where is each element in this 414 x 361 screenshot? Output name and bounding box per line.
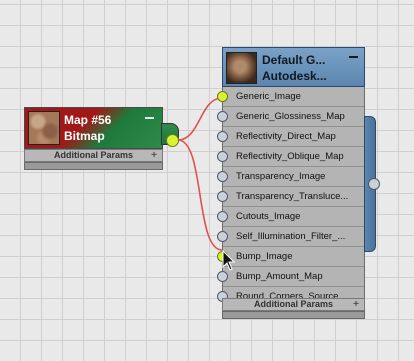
slot-label: Transparency_Transluce... [236, 191, 349, 202]
additional-params-bar[interactable]: Additional Params + [222, 298, 365, 311]
material-output-socket[interactable] [368, 178, 380, 190]
mouse-cursor-icon [222, 250, 236, 271]
slot-label: Transparency_Image [236, 171, 326, 182]
slot-bump-amount-map[interactable]: Bump_Amount_Map [217, 267, 364, 287]
material-node-generic[interactable]: Default G... Autodesk... Generic_Image G… [217, 47, 365, 323]
wire-to-bump-image [177, 139, 223, 251]
slot-label: Generic_Image [236, 91, 301, 102]
slot-bump-image[interactable]: Bump_Image [217, 247, 364, 267]
expand-plus-icon[interactable]: + [353, 299, 359, 310]
map-node-title: Map #56 [64, 113, 112, 127]
material-node-title: Default G... [262, 53, 326, 67]
expand-plus-icon[interactable]: + [151, 150, 157, 161]
slot-generic-glossiness-map[interactable]: Generic_Glossiness_Map [217, 107, 364, 127]
map-node-bitmap[interactable]: Map #56 Bitmap Additional Params + [24, 107, 179, 170]
wire-to-generic-image [177, 97, 223, 141]
node-footer [222, 311, 365, 319]
input-socket-icon[interactable] [217, 131, 228, 142]
slot-label: Bump_Image [236, 251, 293, 262]
minimize-icon[interactable] [145, 117, 154, 119]
input-socket-icon[interactable] [217, 91, 228, 102]
input-socket-icon[interactable] [217, 271, 228, 282]
slot-label: Self_Illumination_Filter_... [236, 231, 346, 242]
slot-generic-image[interactable]: Generic_Image [217, 87, 364, 107]
additional-params-label: Additional Params [53, 150, 134, 160]
input-socket-icon[interactable] [217, 111, 228, 122]
additional-params-label: Additional Params [253, 299, 334, 309]
material-thumbnail [226, 52, 257, 84]
map-thumbnail [28, 111, 60, 145]
slot-label: Reflectivity_Oblique_Map [236, 151, 344, 162]
minimize-icon[interactable] [349, 56, 358, 58]
material-node-type: Autodesk... [262, 69, 327, 83]
material-node-header[interactable]: Default G... Autodesk... [222, 47, 365, 87]
slot-transparency-image[interactable]: Transparency_Image [217, 167, 364, 187]
map-output-socket[interactable] [166, 134, 179, 147]
input-slot-list: Generic_Image Generic_Glossiness_Map Ref… [217, 87, 365, 307]
slot-reflectivity-direct-map[interactable]: Reflectivity_Direct_Map [217, 127, 364, 147]
additional-params-bar[interactable]: Additional Params + [24, 149, 163, 162]
slot-transparency-translucency[interactable]: Transparency_Transluce... [217, 187, 364, 207]
input-socket-icon[interactable] [217, 171, 228, 182]
node-footer [24, 162, 163, 170]
slot-self-illumination-filter[interactable]: Self_Illumination_Filter_... [217, 227, 364, 247]
slot-label: Reflectivity_Direct_Map [236, 131, 336, 142]
slot-cutouts-image[interactable]: Cutouts_Image [217, 207, 364, 227]
input-socket-icon[interactable] [217, 211, 228, 222]
slot-label: Generic_Glossiness_Map [236, 111, 345, 122]
map-node-type: Bitmap [64, 129, 105, 143]
map-node-header[interactable]: Map #56 Bitmap [24, 107, 163, 149]
slot-label: Cutouts_Image [236, 211, 301, 222]
slot-reflectivity-oblique-map[interactable]: Reflectivity_Oblique_Map [217, 147, 364, 167]
input-socket-icon[interactable] [217, 151, 228, 162]
input-socket-icon[interactable] [217, 231, 228, 242]
input-socket-icon[interactable] [217, 191, 228, 202]
slot-label: Bump_Amount_Map [236, 271, 323, 282]
